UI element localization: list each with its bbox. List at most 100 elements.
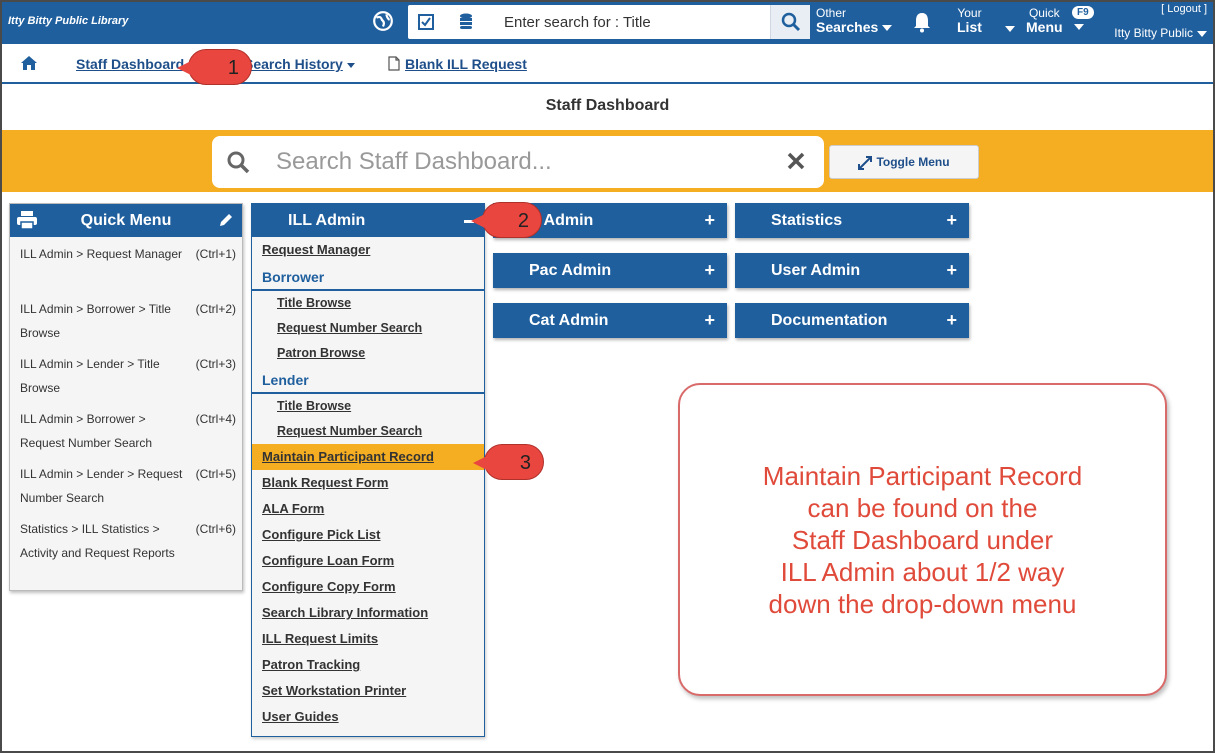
callout-2-number: 2 — [517, 210, 529, 232]
lender-section-header: Lender — [252, 366, 484, 394]
quick-menu-header: Quick Menu — [10, 204, 242, 237]
maintain-participant-record-link[interactable]: Maintain Participant Record — [252, 444, 484, 470]
tile-label: Cat Admin — [529, 312, 609, 329]
tile-label: User Admin — [771, 262, 861, 279]
quick-menu-line1: Quick — [1028, 6, 1060, 20]
configure-copy-form-link[interactable]: Configure Copy Form — [252, 574, 484, 600]
tile-pac-admin[interactable]: Pac Admin + — [493, 253, 727, 288]
ala-form-link[interactable]: ALA Form — [252, 496, 484, 522]
quick-menu-panel: Quick Menu ILL Admin > Request Manager (… — [9, 203, 243, 591]
callout-2: 2 — [471, 202, 542, 238]
ill-admin-header[interactable]: ILL Admin — [252, 204, 484, 237]
borrower-title-browse-link[interactable]: Title Browse — [252, 291, 484, 316]
callout-1-number: 1 — [227, 57, 239, 79]
quick-menu-item[interactable]: Statistics > ILL Statistics > Activity a… — [10, 512, 242, 590]
bell-icon[interactable] — [912, 11, 932, 33]
other-searches-menu[interactable]: Other Searches — [816, 6, 893, 35]
search-icon — [227, 151, 250, 174]
page-title: Staff Dashboard — [545, 97, 670, 114]
expand-icon — [858, 155, 873, 170]
nav-search-history[interactable]: Search History — [244, 56, 355, 72]
library-brand[interactable]: Itty Bitty Public Library — [8, 15, 128, 27]
quick-menu-item-shortcut: (Ctrl+5) — [195, 467, 236, 481]
database-icon[interactable] — [458, 13, 474, 31]
set-workstation-printer-link[interactable]: Set Workstation Printer — [252, 678, 484, 704]
quick-menu-item-shortcut: (Ctrl+1) — [195, 247, 236, 261]
other-searches-line2: Searches — [816, 19, 879, 35]
tile-label: Documentation — [771, 312, 888, 329]
quick-menu-item-label: ILL Admin > Borrower > Request Number Se… — [20, 412, 153, 450]
user-guides-link[interactable]: User Guides — [252, 704, 484, 730]
quick-menu-item-label: ILL Admin > Lender > Request Number Sear… — [20, 467, 183, 505]
nav-search-history-label: Search History — [244, 56, 343, 72]
tile-statistics[interactable]: Statistics + — [735, 203, 969, 238]
expand-plus-icon: + — [704, 260, 715, 280]
clear-icon[interactable] — [786, 151, 806, 171]
borrower-request-number-search-link[interactable]: Request Number Search — [252, 316, 484, 341]
tile-label: Pac Admin — [529, 262, 612, 279]
chevron-down-icon — [1197, 30, 1207, 37]
checklist-icon[interactable] — [418, 14, 434, 30]
quick-menu-item-shortcut: (Ctrl+6) — [195, 522, 236, 536]
quick-menu-item-shortcut: (Ctrl+4) — [195, 412, 236, 426]
library-selector[interactable]: Itty Bitty Public — [1114, 26, 1207, 40]
logout-link[interactable]: [ Logout ] — [1161, 3, 1207, 15]
blank-request-form-link[interactable]: Blank Request Form — [252, 470, 484, 496]
search-button[interactable] — [770, 5, 810, 39]
quick-menu-item[interactable]: ILL Admin > Lender > Request Number Sear… — [10, 457, 242, 512]
borrower-section-header: Borrower — [252, 263, 484, 291]
quick-menu-title: Quick Menu — [80, 212, 172, 229]
quick-menu-item-shortcut: (Ctrl+2) — [195, 302, 236, 316]
lender-request-number-search-link[interactable]: Request Number Search — [252, 419, 484, 444]
annotation-note: Maintain Participant Record can be found… — [678, 383, 1167, 696]
quick-menu-item[interactable]: ILL Admin > Request Manager (Ctrl+1) — [10, 237, 242, 292]
chevron-down-icon — [346, 62, 355, 68]
dashboard-search[interactable]: Search Staff Dashboard... — [212, 136, 824, 188]
printer-icon[interactable] — [16, 210, 38, 230]
quick-menu-item-label: ILL Admin > Lender > Title Browse — [20, 357, 160, 395]
quick-menu-toggle[interactable]: Quick Menu — [1026, 6, 1063, 34]
pencil-icon[interactable] — [218, 212, 234, 228]
configure-loan-form-link[interactable]: Configure Loan Form — [252, 548, 484, 574]
dashboard-search-input[interactable]: Search Staff Dashboard... — [276, 148, 552, 176]
catalog-search[interactable]: Enter search for : Title — [408, 5, 810, 39]
nav-staff-dashboard[interactable]: Staff Dashboard — [76, 56, 184, 72]
lender-title-browse-link[interactable]: Title Browse — [252, 394, 484, 419]
patron-tracking-link[interactable]: Patron Tracking — [252, 652, 484, 678]
callout-3: 3 — [473, 444, 544, 480]
ill-admin-title: ILL Admin — [288, 212, 366, 229]
toggle-menu-label: Toggle Menu — [876, 155, 950, 169]
tile-user-admin[interactable]: User Admin + — [735, 253, 969, 288]
chevron-down-icon[interactable] — [1005, 26, 1015, 32]
quick-menu-item[interactable]: ILL Admin > Borrower > Request Number Se… — [10, 402, 242, 457]
your-list-menu[interactable]: Your List — [957, 6, 982, 34]
nav-blank-ill-request[interactable]: Blank ILL Request — [405, 56, 527, 72]
quick-menu-item[interactable]: ILL Admin > Borrower > Title Browse (Ctr… — [10, 292, 242, 347]
callout-3-number: 3 — [519, 452, 531, 474]
expand-plus-icon: + — [704, 210, 715, 230]
ill-request-manager-link[interactable]: Request Manager — [252, 237, 484, 263]
shortcut-badge: F9 — [1072, 6, 1094, 19]
search-input[interactable]: Enter search for : Title — [504, 14, 651, 31]
your-list-line1: Your — [957, 6, 982, 20]
callout-1: 1 — [177, 49, 252, 85]
configure-pick-list-link[interactable]: Configure Pick List — [252, 522, 484, 548]
ill-request-limits-link[interactable]: ILL Request Limits — [252, 626, 484, 652]
chevron-down-icon[interactable] — [1074, 24, 1084, 30]
tile-cat-admin[interactable]: Cat Admin + — [493, 303, 727, 338]
chevron-down-icon — [882, 25, 893, 32]
expand-plus-icon: + — [704, 310, 715, 330]
ill-admin-panel: ILL Admin Request Manager Borrower Title… — [251, 203, 485, 737]
search-library-information-link[interactable]: Search Library Information — [252, 600, 484, 626]
quick-menu-item[interactable]: ILL Admin > Lender > Title Browse (Ctrl+… — [10, 347, 242, 402]
toggle-menu-button[interactable]: Toggle Menu — [829, 145, 979, 179]
other-searches-line1: Other — [816, 6, 847, 20]
home-icon[interactable] — [20, 55, 38, 71]
tile-documentation[interactable]: Documentation + — [735, 303, 969, 338]
borrower-patron-browse-link[interactable]: Patron Browse — [252, 341, 484, 366]
globe-icon[interactable] — [372, 10, 394, 32]
your-list-line2: List — [957, 19, 982, 35]
app-frame: Itty Bitty Public Library Enter search f… — [0, 0, 1215, 753]
quick-menu-item-label: ILL Admin > Request Manager — [20, 247, 182, 261]
document-icon — [388, 56, 400, 71]
